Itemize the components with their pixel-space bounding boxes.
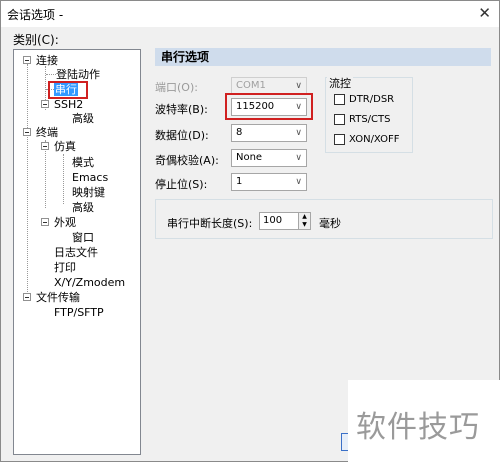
tree-item-window[interactable]: 窗口	[72, 231, 94, 244]
tree-item-emulation[interactable]: 仿真	[54, 140, 76, 153]
rts-cts-label[interactable]: RTS/CTS	[349, 114, 390, 125]
stopbits-label: 停止位(S):	[155, 178, 208, 191]
tree-item-file-transfer[interactable]: 文件传输	[36, 291, 80, 304]
break-length-value: 100	[263, 215, 283, 226]
category-label: 类别(C):	[13, 33, 59, 47]
stopbits-select[interactable]: 1 ∨	[231, 173, 307, 191]
tree-item-ssh2-advanced[interactable]: 高级	[72, 112, 94, 125]
tree-line	[27, 64, 28, 296]
tree-item-modes[interactable]: 模式	[72, 156, 94, 169]
watermark-text: 软件技巧	[356, 410, 480, 445]
baud-label: 波特率(B):	[155, 103, 208, 116]
xon-xoff-checkbox[interactable]	[334, 134, 345, 145]
section-title: 串行选项	[155, 48, 491, 66]
tree-item-ssh2[interactable]: SSH2	[54, 98, 83, 111]
tree-line	[46, 74, 56, 75]
databits-value: 8	[236, 127, 243, 138]
chevron-down-icon[interactable]: ∨	[295, 150, 302, 166]
tree-item-ftp-sftp[interactable]: FTP/SFTP	[54, 306, 104, 319]
spin-down-icon[interactable]: ▼	[298, 221, 310, 229]
highlight-box-baud	[225, 93, 313, 120]
collapse-icon[interactable]	[41, 142, 49, 150]
parity-select[interactable]: None ∨	[231, 149, 307, 167]
tree-item-terminal[interactable]: 终端	[36, 126, 58, 139]
tree-line	[63, 154, 64, 204]
rts-cts-checkbox[interactable]	[334, 114, 345, 125]
collapse-icon[interactable]	[41, 218, 49, 226]
databits-label: 数据位(D):	[155, 129, 209, 142]
dtr-dsr-label[interactable]: DTR/DSR	[349, 94, 394, 105]
databits-select[interactable]: 8 ∨	[231, 124, 307, 142]
tree-item-log-file[interactable]: 日志文件	[54, 246, 98, 259]
collapse-icon[interactable]	[23, 293, 31, 301]
port-label: 端口(O):	[155, 81, 198, 94]
chevron-down-icon[interactable]: ∨	[295, 125, 302, 141]
category-tree[interactable]: 连接 登陆动作 串行 SSH2 高级 终端 仿真 模式 Emacs 映射键 高级…	[13, 49, 141, 455]
stopbits-value: 1	[236, 176, 243, 187]
port-value: COM1	[236, 80, 266, 91]
highlight-box-serial	[48, 81, 88, 99]
flow-control-title: 流控	[327, 75, 353, 91]
watermark: 软件技巧	[348, 380, 500, 462]
break-length-label: 串行中断长度(S):	[167, 217, 253, 230]
collapse-icon[interactable]	[41, 100, 49, 108]
title-bar: 会话选项 - ✕	[1, 1, 499, 27]
tree-item-xyzmodem[interactable]: X/Y/Zmodem	[54, 276, 125, 289]
tree-item-appearance[interactable]: 外观	[54, 216, 76, 229]
break-length-unit: 毫秒	[319, 217, 341, 230]
xon-xoff-label[interactable]: XON/XOFF	[349, 134, 400, 145]
parity-label: 奇偶校验(A):	[155, 154, 219, 167]
tree-item-connection[interactable]: 连接	[36, 54, 58, 67]
tree-item-mapped-keys[interactable]: 映射键	[72, 186, 105, 199]
spin-up-icon[interactable]: ▲	[298, 213, 310, 221]
chevron-down-icon: ∨	[295, 81, 302, 91]
serial-options-panel: 串行选项 端口(O): COM1 ∨ 波特率(B): 115200 ∨ 数据位(…	[147, 45, 493, 435]
parity-value: None	[236, 152, 263, 163]
collapse-icon[interactable]	[23, 56, 31, 64]
chevron-down-icon[interactable]: ∨	[295, 174, 302, 190]
collapse-icon[interactable]	[23, 128, 31, 136]
tree-line	[45, 140, 46, 208]
tree-item-emulation-advanced[interactable]: 高级	[72, 201, 94, 214]
tree-item-printing[interactable]: 打印	[54, 261, 76, 274]
tree-item-emacs[interactable]: Emacs	[72, 171, 108, 184]
window-title: 会话选项 -	[7, 8, 64, 22]
tree-item-login-actions[interactable]: 登陆动作	[56, 68, 100, 81]
break-length-input[interactable]: 100 ▲ ▼	[259, 212, 311, 230]
dtr-dsr-checkbox[interactable]	[334, 94, 345, 105]
close-icon[interactable]: ✕	[478, 4, 491, 22]
